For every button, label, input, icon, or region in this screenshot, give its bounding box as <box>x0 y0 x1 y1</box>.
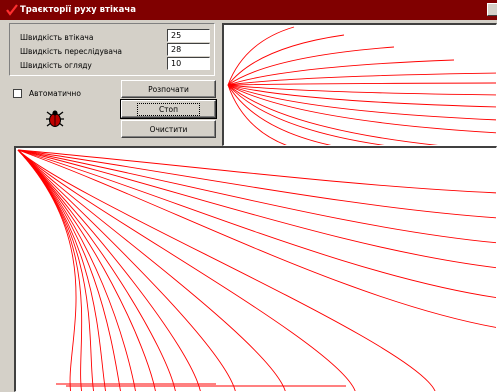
clear-button[interactable]: Очистити <box>121 120 216 138</box>
preview-canvas[interactable] <box>222 23 497 146</box>
main-trajectory-line <box>17 149 95 391</box>
stop-button[interactable]: Стоп <box>120 99 217 119</box>
preview-trajectory-line <box>227 26 295 86</box>
parameters-panel: Швидкість втікача 25 Швидкість пересліду… <box>9 23 215 76</box>
main-trajectory-line <box>17 149 496 219</box>
param-row-view-speed: Швидкість огляду 10 <box>10 57 216 71</box>
main-trajectory-line <box>17 149 156 391</box>
runner-speed-label: Швидкість втікача <box>20 33 94 42</box>
main-trajectories <box>17 149 496 391</box>
window-title-bar[interactable]: Траєкторії руху втікача <box>0 0 497 20</box>
check-icon <box>6 4 18 16</box>
main-canvas[interactable] <box>14 146 497 392</box>
preview-trajectory-line <box>227 84 496 121</box>
preview-trajectory-line <box>227 82 496 86</box>
start-button[interactable]: Розпочати <box>121 80 216 98</box>
runner-speed-input[interactable]: 25 <box>167 29 210 42</box>
window-title: Траєкторії руху втікача <box>20 5 136 15</box>
main-trajectory-line <box>17 149 496 328</box>
main-trajectory-line <box>17 149 136 391</box>
pursuer-speed-label: Швидкість переслідувача <box>20 47 122 56</box>
checkbox-box[interactable] <box>13 88 22 98</box>
pursuer-speed-input[interactable]: 28 <box>167 43 210 56</box>
param-row-runner-speed: Швидкість втікача 25 <box>10 29 216 43</box>
main-trajectory-line <box>17 149 496 269</box>
auto-checkbox-label: Автоматично <box>29 88 81 98</box>
preview-trajectory-line <box>227 46 395 86</box>
main-trajectory-line <box>17 149 107 391</box>
close-button[interactable] <box>487 3 497 16</box>
main-trajectory-line <box>17 149 496 244</box>
preview-trajectory-line <box>227 84 496 96</box>
main-trajectory-line <box>17 149 496 298</box>
param-row-pursuer-speed: Швидкість переслідувача 28 <box>10 43 216 57</box>
view-speed-input[interactable]: 10 <box>167 57 210 70</box>
preview-trajectories <box>227 26 496 145</box>
auto-checkbox[interactable]: Автоматично <box>13 87 113 99</box>
bug-icon <box>44 108 66 130</box>
view-speed-label: Швидкість огляду <box>20 61 92 70</box>
main-trajectory-line <box>17 149 496 194</box>
